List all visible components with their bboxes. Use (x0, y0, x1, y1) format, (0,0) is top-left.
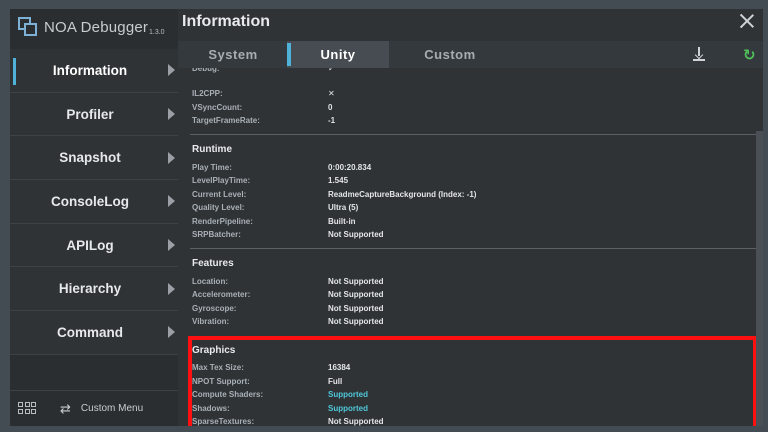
refresh-icon[interactable]: ↻ (743, 46, 756, 64)
scrollbar[interactable] (756, 131, 763, 426)
chevron-right-icon (168, 151, 175, 164)
info-row: SRPBatcher: Not Supported (192, 230, 752, 242)
sidebar-item-label: APILog (66, 237, 114, 253)
info-key: Quality Level: (192, 203, 245, 212)
info-key: Debug: (192, 68, 220, 73)
page-title: Information (182, 13, 270, 30)
info-value: Not Supported (328, 304, 384, 313)
main-panel: Information System Unity Custom ↻ Debug:… (178, 9, 763, 426)
sidebar-item-command[interactable]: Command (10, 311, 178, 355)
swap-arrows-icon[interactable]: ⇄ (60, 401, 71, 417)
info-key: Current Level: (192, 190, 247, 199)
info-row: Location: Not Supported (192, 277, 752, 289)
info-value: Not Supported (328, 230, 384, 239)
info-value: Not Supported (328, 277, 384, 286)
info-row: Gyroscope: Not Supported (192, 304, 752, 316)
section-divider (190, 248, 757, 249)
sidebar: NOA Debugger 1.3.0 Information Profiler … (10, 9, 178, 426)
logo-icon (18, 17, 38, 37)
info-value: ReadmeCaptureBackground (Index: -1) (328, 190, 477, 199)
info-value: Not Supported (328, 290, 384, 299)
highlight-box (188, 336, 757, 426)
info-row: Play Time: 0:00:20.834 (192, 163, 752, 175)
sidebar-nav: Information Profiler Snapshot ConsoleLog… (10, 49, 178, 355)
sidebar-item-label: ConsoleLog (51, 193, 129, 209)
sidebar-item-label: Snapshot (59, 150, 121, 166)
info-value: Not Supported (328, 317, 384, 326)
info-row: VSyncCount: 0 (192, 103, 752, 115)
sidebar-footer: ⇄ Custom Menu (10, 390, 178, 426)
info-key: RenderPipeline: (192, 217, 253, 226)
info-key: Play Time: (192, 163, 232, 172)
chevron-right-icon (168, 195, 175, 208)
info-key: IL2CPP: (192, 89, 223, 98)
section-divider (190, 134, 757, 135)
info-key: LevelPlayTime: (192, 176, 251, 185)
info-row: Quality Level: Ultra (5) (192, 203, 752, 215)
chevron-right-icon (168, 64, 175, 77)
info-key: TargetFrameRate: (192, 116, 260, 125)
custom-menu-button[interactable]: Custom Menu (81, 403, 143, 414)
sidebar-item-apilog[interactable]: APILog (10, 223, 178, 268)
chevron-right-icon (168, 282, 175, 295)
info-row: Debug: ✓ (192, 68, 752, 76)
info-content[interactable]: Debug: ✓ IL2CPP: ✕ VSyncCount: 0 TargetFram… (178, 68, 763, 426)
app-version: 1.3.0 (149, 29, 165, 36)
sidebar-item-label: Profiler (66, 106, 114, 122)
window-frame: NOA Debugger 1.3.0 Information Profiler … (0, 0, 768, 432)
info-value: Ultra (5) (328, 203, 359, 212)
info-value: -1 (328, 116, 336, 125)
info-row: TargetFrameRate: -1 (192, 116, 752, 128)
info-row: IL2CPP: ✕ (192, 89, 752, 101)
sidebar-item-hierarchy[interactable]: Hierarchy (10, 267, 178, 312)
section-title-features: Features (192, 258, 234, 269)
sidebar-item-consolelog[interactable]: ConsoleLog (10, 180, 178, 224)
info-key: Vibration: (192, 317, 230, 326)
info-value: 1.545 (328, 176, 349, 185)
info-value: ✕ (328, 89, 335, 98)
sidebar-item-snapshot[interactable]: Snapshot (10, 136, 178, 181)
info-key: Location: (192, 277, 228, 286)
info-value: 0:00:20.834 (328, 163, 372, 172)
active-indicator (13, 58, 16, 85)
chevron-right-icon (168, 326, 175, 339)
info-row: RenderPipeline: Built-in (192, 217, 752, 229)
tab-system[interactable]: System (178, 41, 288, 68)
info-row: Accelerometer: Not Supported (192, 290, 752, 302)
chevron-right-icon (168, 239, 175, 252)
sidebar-item-information[interactable]: Information (10, 49, 178, 93)
info-row: Vibration: Not Supported (192, 317, 752, 329)
tab-custom[interactable]: Custom (389, 41, 511, 68)
info-row: LevelPlayTime: 1.545 (192, 176, 752, 188)
section-title-runtime: Runtime (192, 144, 232, 155)
info-value: Built-in (328, 217, 356, 226)
info-value: 0 (328, 103, 333, 112)
download-icon[interactable] (692, 47, 706, 61)
grid-menu-icon[interactable] (18, 401, 36, 416)
info-key: Gyroscope: (192, 304, 237, 313)
sidebar-item-label: Hierarchy (58, 281, 122, 297)
info-key: SRPBatcher: (192, 230, 241, 239)
info-key: VSyncCount: (192, 103, 243, 112)
active-tab-indicator (287, 43, 291, 66)
app-logo: NOA Debugger (18, 16, 148, 38)
tab-unity[interactable]: Unity (287, 41, 389, 68)
sidebar-item-label: Command (56, 324, 123, 340)
sidebar-item-label: Information (52, 62, 128, 78)
sidebar-item-profiler[interactable]: Profiler (10, 92, 178, 137)
info-key: Accelerometer: (192, 290, 251, 299)
tab-bar: System Unity Custom ↻ (178, 41, 763, 68)
info-row: Current Level: ReadmeCaptureBackground (I… (192, 190, 752, 202)
info-value: ✓ (328, 68, 335, 73)
noa-debugger-app: NOA Debugger 1.3.0 Information Profiler … (10, 9, 763, 426)
tab-label: Unity (320, 47, 356, 62)
close-icon[interactable] (740, 14, 754, 28)
chevron-right-icon (168, 108, 175, 121)
tab-label: System (208, 47, 258, 62)
tab-label: Custom (424, 47, 476, 62)
app-name: NOA Debugger (44, 18, 149, 36)
